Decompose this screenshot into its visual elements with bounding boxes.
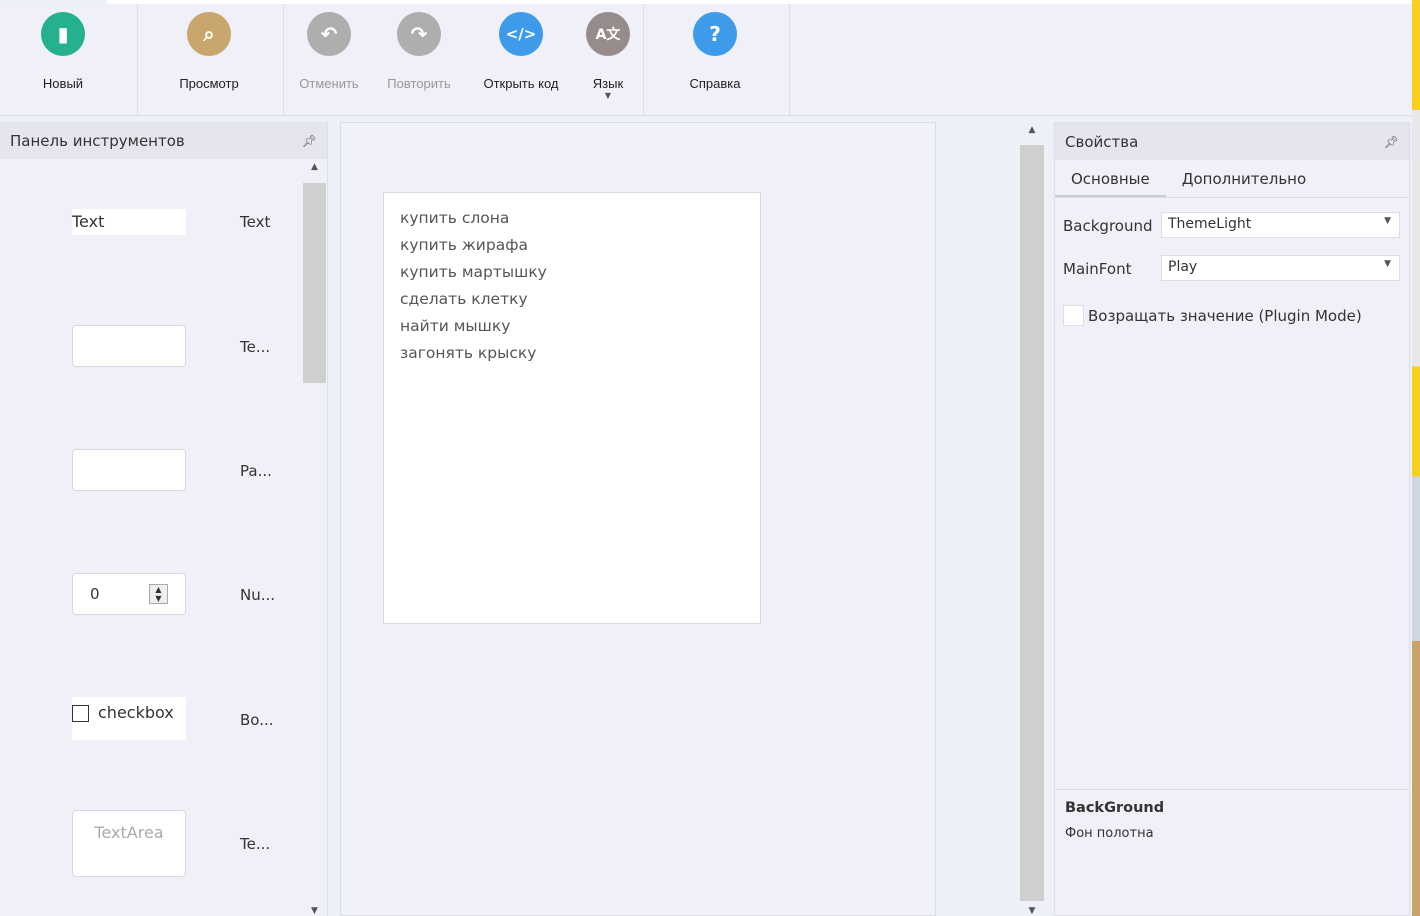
toolbox-header: Панель инструментов 📌︎ xyxy=(0,122,327,159)
plugin-mode-label: Возращать значение (Plugin Mode) xyxy=(1088,307,1362,325)
memo-line: загонять крыску xyxy=(400,344,537,362)
toolbox-item-text[interactable]: Text xyxy=(72,209,186,235)
toolbar: ▮ Новый ⌕ Просмотр ↶ Отменить ↷ Повторить </… xyxy=(0,4,1412,116)
chevron-down-icon: ▼ xyxy=(604,91,612,100)
background-select[interactable]: ThemeLight ▼ xyxy=(1161,212,1400,238)
help-icon: ? xyxy=(693,12,737,56)
toolbox-item-label: Te... xyxy=(240,338,271,356)
memo-textarea[interactable]: купить слона купить жирафа купить мартыш… xyxy=(383,192,761,624)
scroll-down-icon[interactable]: ▼ xyxy=(1020,906,1044,916)
mainfont-select[interactable]: Play ▼ xyxy=(1161,255,1400,281)
undo-button[interactable]: ↶ Отменить xyxy=(284,12,374,91)
mainfont-label: MainFont xyxy=(1063,260,1132,278)
memo-line: сделать клетку xyxy=(400,290,528,308)
scroll-up-icon[interactable]: ▲ xyxy=(303,162,326,172)
background-window-edge xyxy=(1412,0,1420,916)
language-icon: A文 xyxy=(586,12,630,56)
tab-advanced[interactable]: Дополнительно xyxy=(1166,160,1322,197)
pin-icon[interactable]: 📌︎ xyxy=(302,134,317,148)
property-description: BackGround Фон полотна xyxy=(1055,789,1409,915)
memo-line: купить мартышку xyxy=(400,263,547,281)
scroll-down-icon[interactable]: ▼ xyxy=(303,906,326,916)
toolbox-item-textbox[interactable] xyxy=(72,325,186,367)
memo-line: купить слона xyxy=(400,209,510,227)
properties-panel: Свойства 📌︎ Основные Дополнительно Backgr… xyxy=(1054,122,1410,916)
toolbox-item-label: Pa... xyxy=(240,462,272,480)
scrollbar-thumb[interactable] xyxy=(1020,145,1044,901)
preview-button[interactable]: ⌕ Просмотр xyxy=(164,12,254,91)
toolbox-item-label: Nu... xyxy=(240,586,276,604)
divider xyxy=(137,4,138,116)
tab-basic[interactable]: Основные xyxy=(1055,160,1166,197)
toolbox-item-numeric[interactable]: 0 ▲ ▼ xyxy=(72,573,186,615)
toolbox-item-label: Text xyxy=(240,213,271,231)
preview-icon: ⌕ xyxy=(187,12,231,56)
new-button[interactable]: ▮ Новый xyxy=(18,12,108,91)
memo-line: купить жирафа xyxy=(400,236,528,254)
properties-tabs: Основные Дополнительно xyxy=(1055,160,1409,198)
divider xyxy=(789,4,790,116)
toolbox-scrollbar[interactable]: ▲ ▼ xyxy=(303,162,326,916)
spinner-icon[interactable]: ▲ ▼ xyxy=(149,584,168,604)
canvas-scrollbar[interactable]: ▲ ▼ xyxy=(1020,125,1044,916)
checkbox-icon xyxy=(72,705,89,722)
background-label: Background xyxy=(1063,217,1153,235)
toolbox-panel: Панель инструментов 📌︎ Text Text Te... Pa… xyxy=(0,122,328,916)
toolbox-item-textarea[interactable]: TextArea xyxy=(72,810,186,877)
scrollbar-thumb[interactable] xyxy=(303,183,326,383)
new-file-icon: ▮ xyxy=(41,12,85,56)
toolbox-item-label: Te... xyxy=(240,835,271,853)
memo-line: найти мышку xyxy=(400,317,511,335)
divider xyxy=(643,4,644,116)
redo-icon: ↷ xyxy=(397,12,441,56)
toolbox-title: Панель инструментов xyxy=(10,131,185,150)
pin-icon[interactable]: 📌︎ xyxy=(1384,135,1399,149)
plugin-mode-checkbox[interactable] xyxy=(1063,305,1084,326)
help-button[interactable]: ? Справка xyxy=(670,12,760,91)
toolbox-item-password[interactable] xyxy=(72,449,186,491)
design-canvas[interactable]: купить слона купить жирафа купить мартыш… xyxy=(340,122,936,916)
open-code-button[interactable]: </> Открыть код xyxy=(476,12,566,91)
toolbox-item-checkbox[interactable]: checkbox xyxy=(72,697,186,740)
language-button[interactable]: A文 Язык ▼ xyxy=(563,12,653,100)
chevron-down-icon: ▼ xyxy=(1384,259,1391,269)
toolbox-item-label: Bo... xyxy=(240,711,274,729)
redo-button[interactable]: ↷ Повторить xyxy=(374,12,464,91)
description-text: Фон полотна xyxy=(1065,826,1154,841)
properties-title: Свойства xyxy=(1065,132,1139,151)
undo-icon: ↶ xyxy=(307,12,351,56)
description-title: BackGround xyxy=(1065,800,1165,816)
scroll-up-icon[interactable]: ▲ xyxy=(1020,125,1044,135)
code-icon: </> xyxy=(499,12,543,56)
chevron-down-icon: ▼ xyxy=(1384,216,1391,226)
properties-header: Свойства 📌︎ xyxy=(1055,123,1409,160)
